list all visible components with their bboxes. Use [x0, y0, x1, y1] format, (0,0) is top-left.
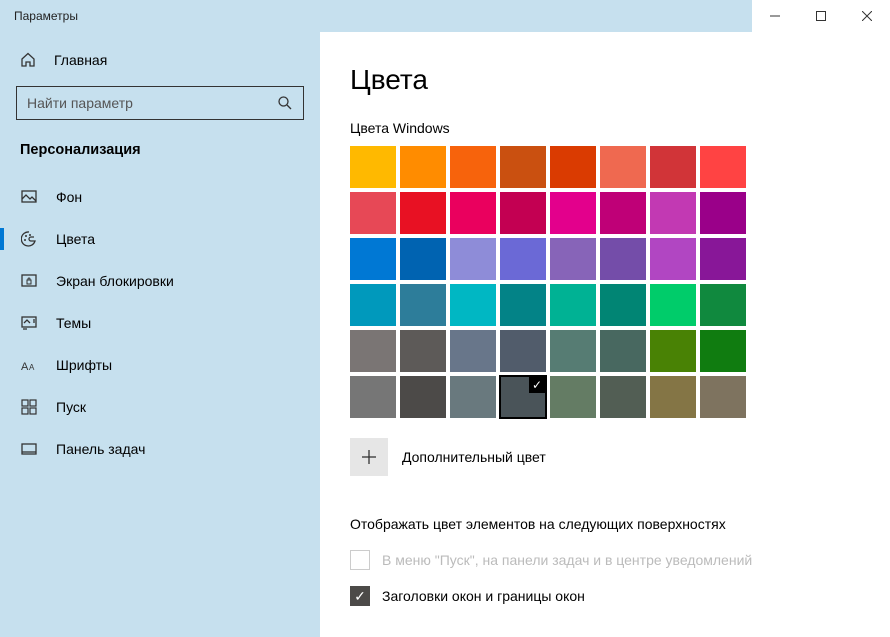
color-swatch[interactable]	[600, 376, 646, 418]
color-swatch[interactable]	[700, 192, 746, 234]
custom-color-button[interactable]	[350, 438, 388, 476]
color-swatch[interactable]	[700, 146, 746, 188]
color-swatch[interactable]	[700, 284, 746, 326]
lock-icon	[20, 273, 38, 289]
color-swatch[interactable]	[600, 330, 646, 372]
color-swatch[interactable]	[500, 284, 546, 326]
checkbox-label: В меню "Пуск", на панели задач и в центр…	[382, 552, 752, 568]
color-swatch[interactable]	[700, 330, 746, 372]
sidebar-item-label: Шрифты	[56, 357, 112, 373]
minimize-button[interactable]	[752, 0, 798, 32]
color-swatch[interactable]	[350, 192, 396, 234]
color-swatch[interactable]	[450, 192, 496, 234]
color-swatch[interactable]	[550, 376, 596, 418]
window-title: Параметры	[14, 9, 78, 23]
sidebar-item-fonts[interactable]: AA Шрифты	[0, 344, 320, 386]
sidebar-item-themes[interactable]: Темы	[0, 302, 320, 344]
page-title: Цвета	[350, 64, 890, 96]
sidebar-item-label: Фон	[56, 189, 82, 205]
color-swatch[interactable]	[450, 146, 496, 188]
color-swatch[interactable]	[650, 376, 696, 418]
sidebar-item-bg[interactable]: Фон	[0, 176, 320, 218]
color-swatch[interactable]	[550, 284, 596, 326]
sidebar-item-start[interactable]: Пуск	[0, 386, 320, 428]
color-swatch[interactable]	[600, 192, 646, 234]
checkbox-box[interactable]: ✓	[350, 586, 370, 606]
search-box[interactable]	[16, 86, 304, 120]
sidebar: Главная Персонализация Фон Цвета Экран бло…	[0, 32, 320, 637]
color-swatch[interactable]	[600, 146, 646, 188]
color-swatch[interactable]	[650, 146, 696, 188]
color-swatch[interactable]	[450, 238, 496, 280]
bg-icon	[20, 189, 38, 205]
svg-text:A: A	[29, 363, 35, 372]
surface-section-title: Отображать цвет элементов на следующих п…	[350, 516, 890, 532]
color-swatch[interactable]	[700, 376, 746, 418]
sidebar-item-taskbar[interactable]: Панель задач	[0, 428, 320, 470]
color-swatch[interactable]	[350, 146, 396, 188]
color-swatch[interactable]	[600, 238, 646, 280]
color-swatch[interactable]	[450, 376, 496, 418]
color-swatch[interactable]	[400, 284, 446, 326]
checkbox-box	[350, 550, 370, 570]
color-swatch[interactable]	[500, 238, 546, 280]
color-swatch[interactable]	[350, 238, 396, 280]
color-swatch[interactable]	[350, 330, 396, 372]
color-swatch[interactable]	[400, 238, 446, 280]
svg-text:A: A	[21, 361, 29, 373]
sidebar-item-label: Панель задач	[56, 441, 145, 457]
sidebar-item-label: Цвета	[56, 231, 95, 247]
color-swatch[interactable]	[500, 192, 546, 234]
sidebar-item-label: Пуск	[56, 399, 86, 415]
color-swatch[interactable]	[350, 376, 396, 418]
section-title: Персонализация	[0, 136, 320, 176]
maximize-button[interactable]	[798, 0, 844, 32]
search-icon	[277, 95, 293, 111]
color-swatch[interactable]	[400, 376, 446, 418]
color-swatch[interactable]	[550, 238, 596, 280]
color-swatch[interactable]	[700, 238, 746, 280]
titlebar: Параметры	[0, 0, 890, 32]
color-swatch[interactable]	[500, 376, 546, 418]
colors-icon	[20, 231, 38, 247]
color-swatch[interactable]	[550, 192, 596, 234]
color-swatch[interactable]	[550, 330, 596, 372]
color-swatch[interactable]	[400, 146, 446, 188]
start-icon	[20, 399, 38, 415]
color-swatch[interactable]	[650, 330, 696, 372]
checkbox-label: Заголовки окон и границы окон	[382, 588, 585, 604]
palette-label: Цвета Windows	[350, 120, 890, 136]
sidebar-item-lock[interactable]: Экран блокировки	[0, 260, 320, 302]
search-input[interactable]	[27, 95, 277, 111]
home-icon	[20, 52, 36, 68]
color-swatch[interactable]	[650, 284, 696, 326]
color-swatch[interactable]	[350, 284, 396, 326]
color-swatch[interactable]	[650, 192, 696, 234]
sidebar-item-colors[interactable]: Цвета	[0, 218, 320, 260]
color-swatch[interactable]	[400, 192, 446, 234]
main-panel: Цвета Цвета Windows Дополнительный цвет …	[320, 32, 890, 637]
sidebar-item-label: Темы	[56, 315, 91, 331]
checkbox-start-taskbar: В меню "Пуск", на панели задач и в центр…	[350, 550, 890, 570]
color-swatch[interactable]	[600, 284, 646, 326]
custom-color-label: Дополнительный цвет	[402, 449, 546, 465]
themes-icon	[20, 315, 38, 331]
color-swatch[interactable]	[550, 146, 596, 188]
checkbox-titlebars[interactable]: ✓ Заголовки окон и границы окон	[350, 586, 890, 606]
home-label: Главная	[54, 52, 107, 68]
color-palette	[350, 146, 890, 418]
color-swatch[interactable]	[450, 284, 496, 326]
color-swatch[interactable]	[500, 330, 546, 372]
home-nav[interactable]: Главная	[0, 42, 320, 78]
color-swatch[interactable]	[500, 146, 546, 188]
close-button[interactable]	[844, 0, 890, 32]
fonts-icon: AA	[20, 357, 38, 373]
sidebar-item-label: Экран блокировки	[56, 273, 174, 289]
plus-icon	[362, 450, 376, 464]
color-swatch[interactable]	[450, 330, 496, 372]
color-swatch[interactable]	[650, 238, 696, 280]
taskbar-icon	[20, 441, 38, 457]
color-swatch[interactable]	[400, 330, 446, 372]
